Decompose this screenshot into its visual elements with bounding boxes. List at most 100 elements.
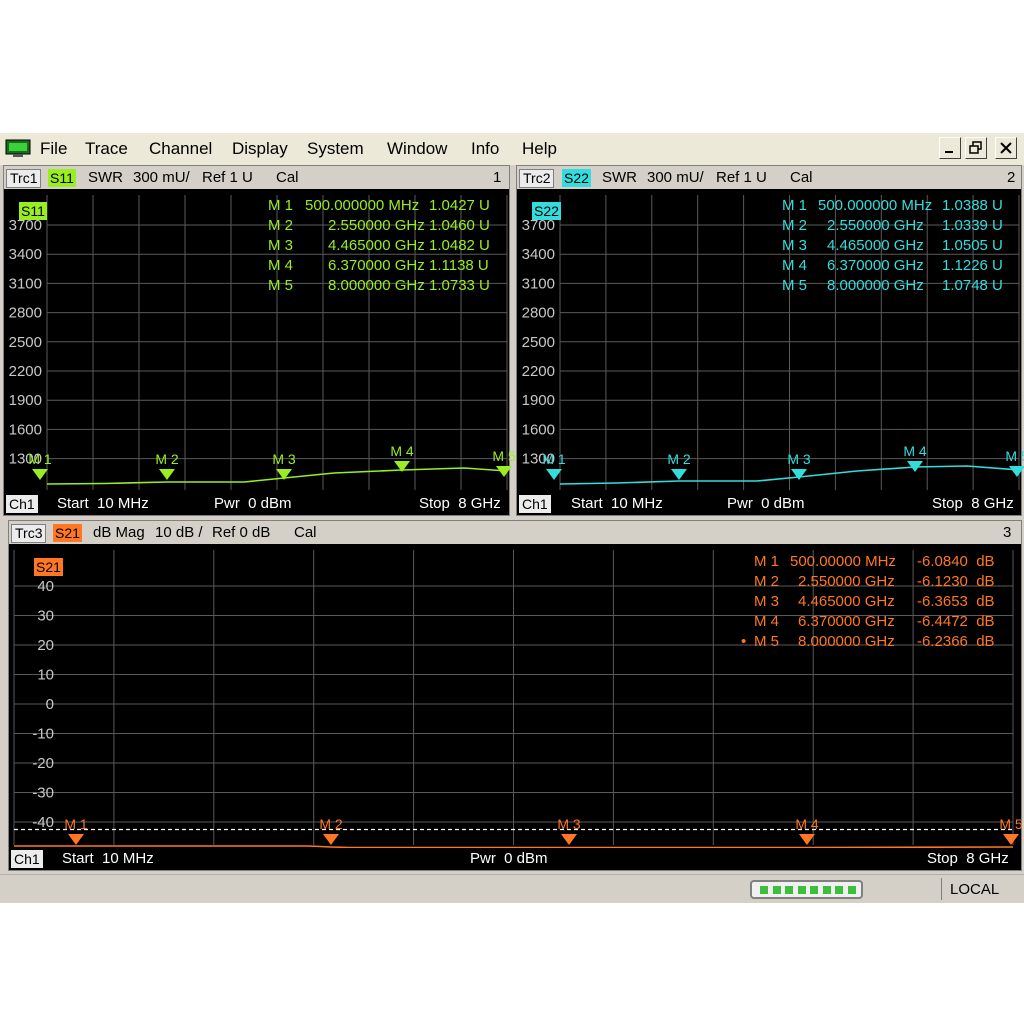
minimize-icon xyxy=(945,151,953,153)
menu-trace[interactable]: Trace xyxy=(85,139,128,159)
marker-stimulus: 4.465000 GHz xyxy=(328,237,425,254)
marker-stimulus: 500.000000 MHz xyxy=(305,197,420,214)
marker-value: 1.0339 U xyxy=(942,217,1003,234)
channel-footer: Ch1 Start 10 MHz Pwr 0 dBm Stop 8 GHz xyxy=(9,848,1021,870)
start-text[interactable]: Start 10 MHz xyxy=(571,495,663,512)
status-led xyxy=(847,886,856,894)
marker-name: M 5 xyxy=(754,633,780,650)
y-tick-label: 3100 xyxy=(522,275,555,292)
diagram-trc2-s22[interactable]: Trc2 S22 SWR 300 mU/ Ref 1 U Cal 2 3700 3… xyxy=(516,165,1024,516)
y-tick-label: 20 xyxy=(37,637,54,654)
diagram-trc1-s11[interactable]: Trc1 S11 SWR 300 mU/ Ref 1 U Cal 1 3700 3… xyxy=(3,165,516,516)
marker-name: M 4 xyxy=(268,257,294,274)
y-tick-label: 0 xyxy=(46,696,54,713)
marker-stimulus: 8.000000 GHz xyxy=(827,277,924,294)
status-led xyxy=(760,886,768,894)
marker-stimulus: 8.000000 GHz xyxy=(328,277,425,294)
marker-triangle[interactable] xyxy=(159,469,175,480)
marker-stimulus: 6.370000 GHz xyxy=(798,613,895,630)
marker-triangle[interactable] xyxy=(68,834,84,845)
status-led xyxy=(810,886,818,894)
marker-label: M 5 xyxy=(1005,448,1024,464)
restore-button[interactable] xyxy=(965,137,987,159)
channel-label[interactable]: Ch1 xyxy=(519,495,551,513)
status-led xyxy=(797,886,806,894)
status-led xyxy=(822,886,831,894)
y-tick-label: 3400 xyxy=(9,246,42,263)
marker-stimulus: 2.550000 GHz xyxy=(798,573,895,590)
marker-value: -6.3653 dB xyxy=(917,593,995,610)
marker-value: 1.0427 U xyxy=(429,197,490,214)
y-tick-label: 1900 xyxy=(9,392,42,409)
marker-stimulus: 4.465000 GHz xyxy=(798,593,895,610)
power-text[interactable]: Pwr 0 dBm xyxy=(727,495,805,512)
marker-label: M 3 xyxy=(272,451,296,467)
marker-triangle[interactable] xyxy=(32,469,48,480)
marker-value: -6.1230 dB xyxy=(917,573,995,590)
marker-label: M 1 xyxy=(64,816,88,832)
marker-name: M 5 xyxy=(782,277,808,294)
menu-window[interactable]: Window xyxy=(387,139,447,159)
y-tick-label: -20 xyxy=(32,755,54,772)
remote-state-box: LOCAL xyxy=(941,878,1022,900)
marker-triangle[interactable] xyxy=(323,834,339,845)
marker-label: M 3 xyxy=(787,451,811,467)
minimize-button[interactable] xyxy=(939,137,961,159)
marker-stimulus: 6.370000 GHz xyxy=(328,257,425,274)
marker-name: M 1 xyxy=(754,553,780,570)
power-text[interactable]: Pwr 0 dBm xyxy=(214,495,292,512)
marker-label: M 5 xyxy=(999,816,1023,832)
stop-text[interactable]: Stop 8 GHz xyxy=(419,495,501,512)
marker-triangle[interactable] xyxy=(1003,834,1019,845)
trace-tag: S21 xyxy=(34,558,63,576)
menu-display[interactable]: Display xyxy=(232,139,288,159)
status-led xyxy=(835,886,843,894)
marker-label: M 4 xyxy=(390,443,414,459)
diagram-trc3-s21[interactable]: Trc3 S21 dB Mag 10 dB / Ref 0 dB Cal 3 4… xyxy=(8,520,1023,871)
marker-stimulus: 500.000000 MHz xyxy=(818,197,933,214)
activity-indicator xyxy=(750,880,863,899)
marker-triangle[interactable] xyxy=(799,834,815,845)
marker-triangle[interactable] xyxy=(561,834,577,845)
stop-text[interactable]: Stop 8 GHz xyxy=(932,495,1014,512)
marker-label: M 1 xyxy=(542,451,566,467)
marker-value: 1.0505 U xyxy=(942,237,1003,254)
y-tick-label: 1600 xyxy=(9,421,42,438)
channel-label[interactable]: Ch1 xyxy=(11,850,43,868)
start-text[interactable]: Start 10 MHz xyxy=(57,495,149,512)
y-tick-label: 2200 xyxy=(522,363,555,380)
y-tick-label: -10 xyxy=(32,726,54,743)
y-tick-label: 3400 xyxy=(522,246,555,263)
local-status: LOCAL xyxy=(950,881,1000,898)
marker-triangle[interactable] xyxy=(1009,466,1024,477)
close-button[interactable] xyxy=(995,137,1017,159)
stop-text[interactable]: Stop 8 GHz xyxy=(927,850,1009,867)
marker-name: M 3 xyxy=(754,593,780,610)
trace-tag: S22 xyxy=(532,202,561,220)
marker-value: 1.0388 U xyxy=(942,197,1003,214)
y-tick-label: 2800 xyxy=(9,305,42,322)
menu-info[interactable]: Info xyxy=(471,139,499,159)
power-text[interactable]: Pwr 0 dBm xyxy=(470,850,548,867)
menu-system[interactable]: System xyxy=(307,139,364,159)
start-text[interactable]: Start 10 MHz xyxy=(62,850,154,867)
marker-stimulus: 2.550000 GHz xyxy=(328,217,425,234)
status-led xyxy=(772,886,781,894)
y-tick-label: 40 xyxy=(37,578,54,595)
y-tick-label: -40 xyxy=(32,814,54,831)
marker-triangle[interactable] xyxy=(791,469,807,480)
y-tick-label: 2200 xyxy=(9,363,42,380)
marker-triangle[interactable] xyxy=(671,469,687,480)
menu-help[interactable]: Help xyxy=(522,139,557,159)
monitor-icon[interactable] xyxy=(5,139,31,158)
marker-triangle[interactable] xyxy=(496,466,512,477)
y-tick-label: 2800 xyxy=(522,305,555,322)
marker-stimulus: 6.370000 GHz xyxy=(827,257,924,274)
channel-footer: Ch1 Start 10 MHz Pwr 0 dBm Stop 8 GHz xyxy=(517,493,1021,515)
menu-bar: File Trace Channel Display System Window… xyxy=(0,133,1024,165)
marker-value: 1.1138 U xyxy=(429,257,489,274)
marker-name: M 3 xyxy=(268,237,294,254)
channel-label[interactable]: Ch1 xyxy=(6,495,38,513)
menu-file[interactable]: File xyxy=(40,139,67,159)
menu-channel[interactable]: Channel xyxy=(149,139,212,159)
